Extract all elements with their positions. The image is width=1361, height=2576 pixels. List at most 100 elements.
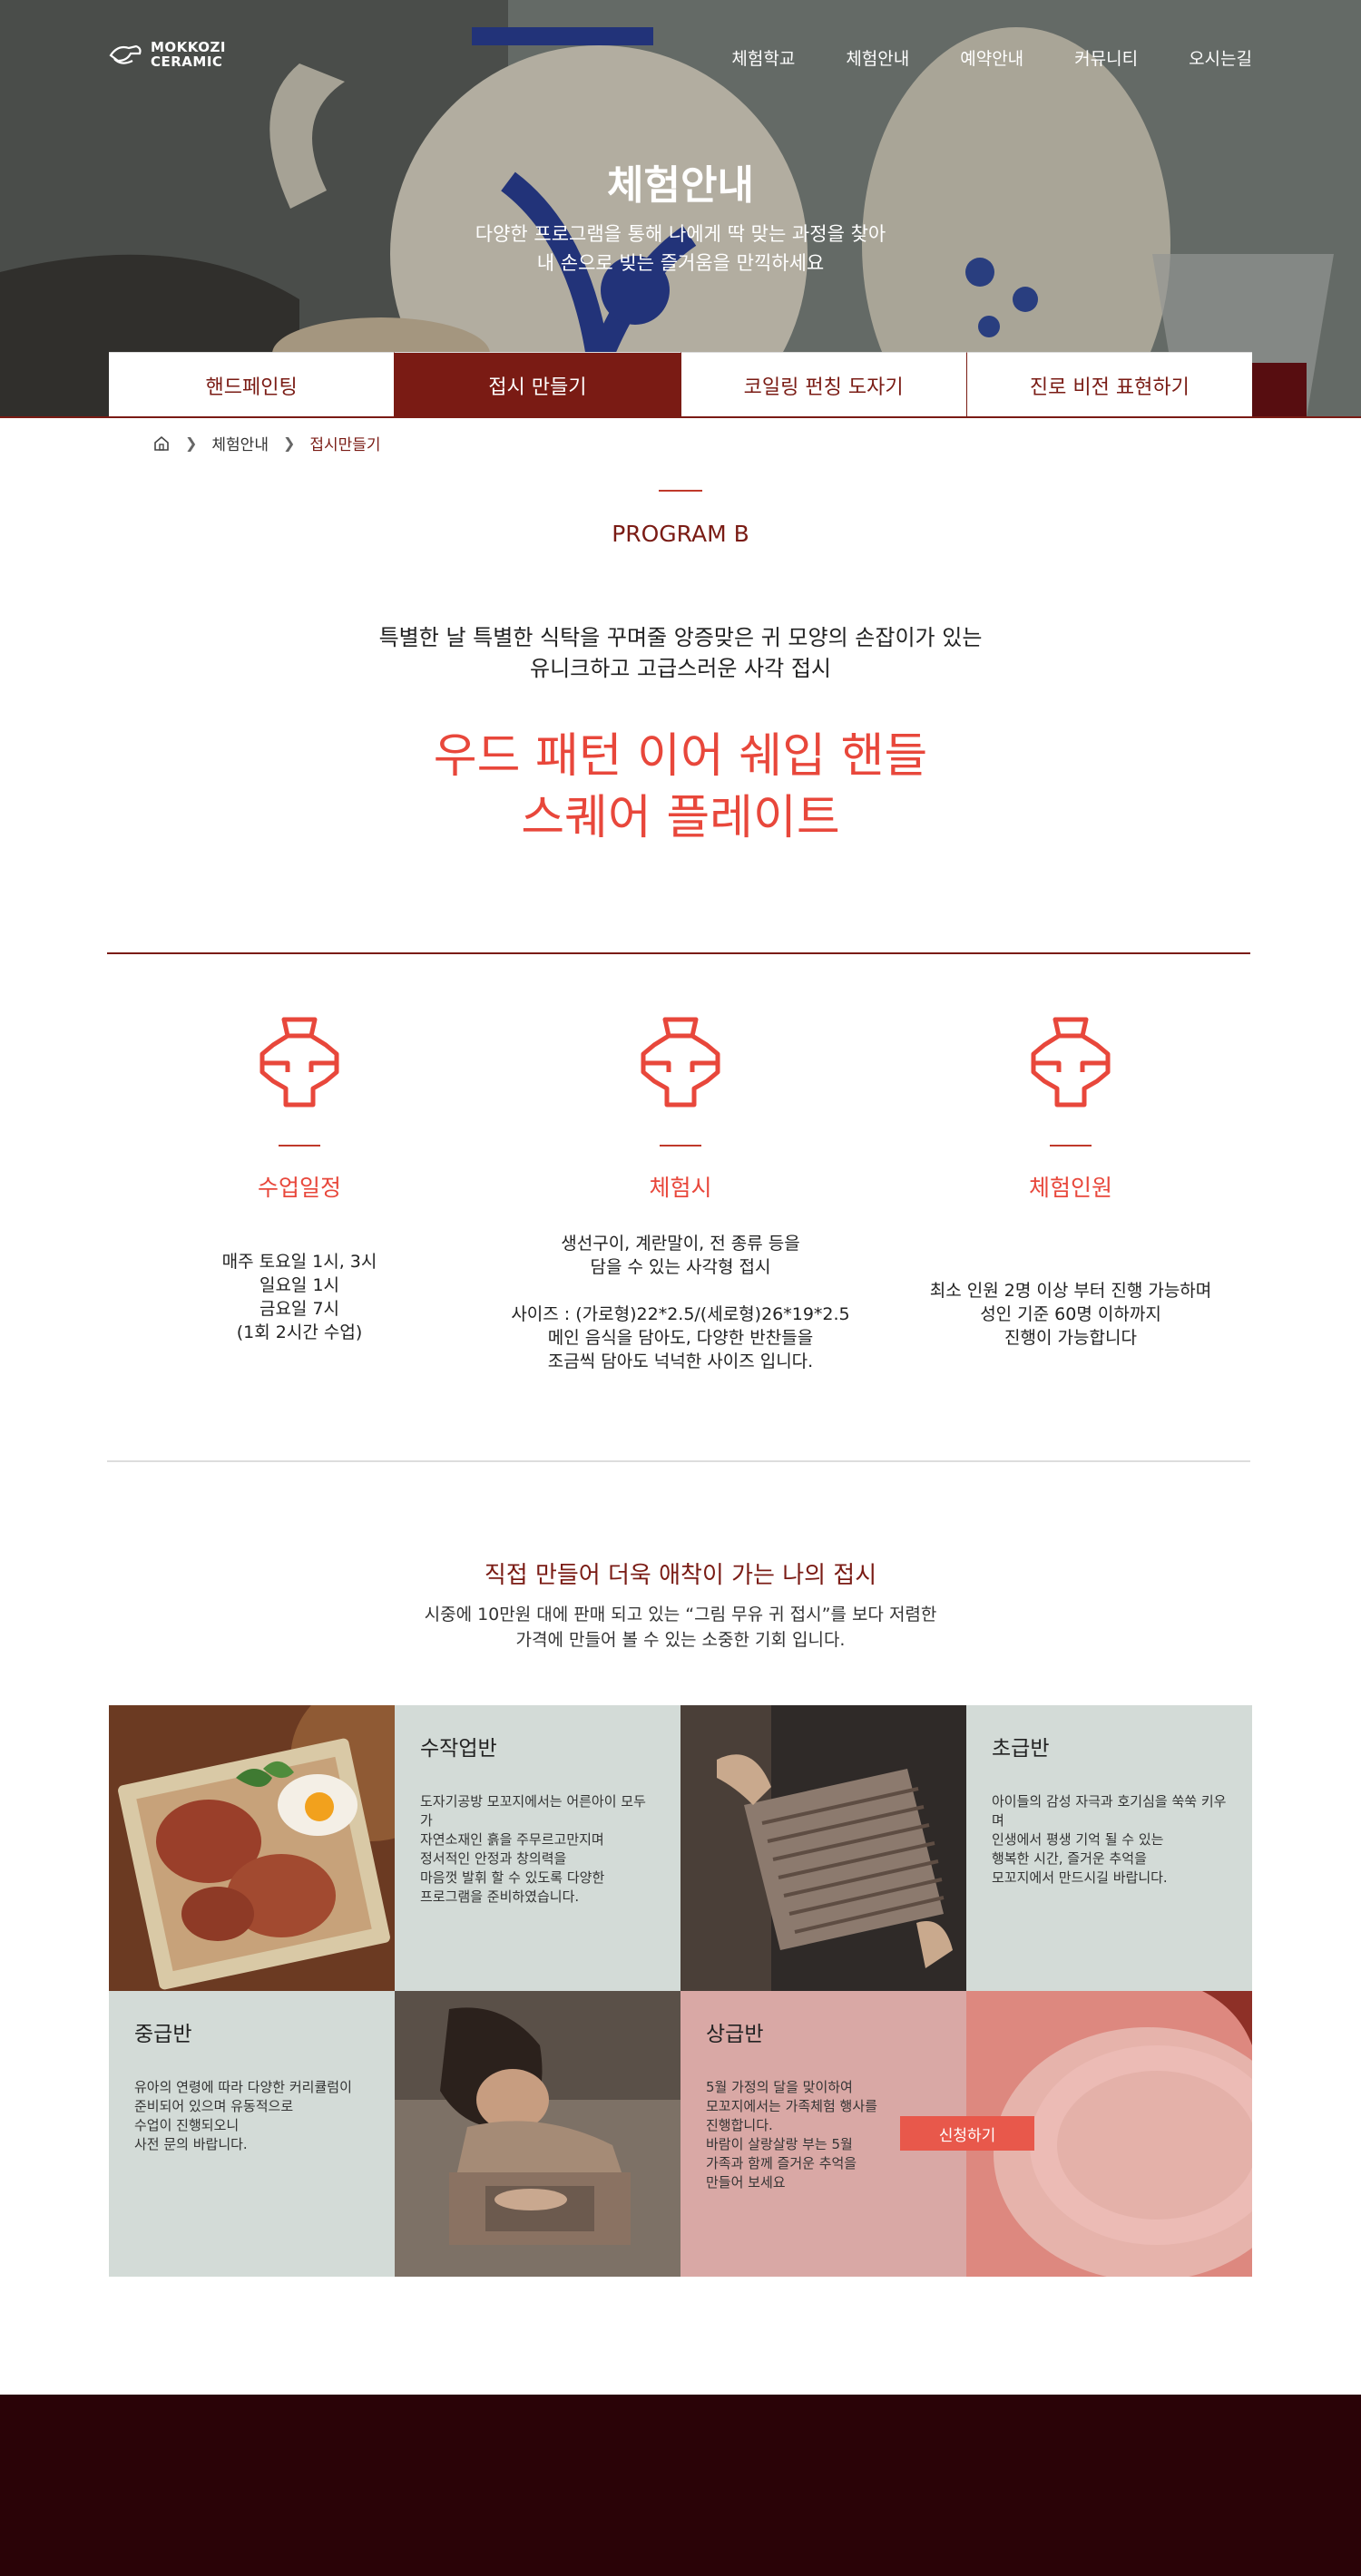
- brand-line1: MOKKOZI: [151, 39, 226, 55]
- class-title: 상급반: [706, 2023, 764, 2046]
- feature-description: 매주 토요일 1시, 3시 일요일 1시 금요일 7시 (1회 2시간 수업): [163, 1250, 436, 1344]
- photo-food-plate: [109, 1705, 395, 1991]
- class-line: 모꼬지에서는 가족체험 행사를: [706, 2098, 877, 2114]
- feature-description: 생선구이, 계란말이, 전 종류 등을 담을 수 있는 사각형 접시 사이즈 :…: [490, 1232, 871, 1373]
- class-line: 5월 가정의 달을 맞이하여: [706, 2079, 853, 2095]
- class-title: 초급반: [992, 1737, 1050, 1761]
- class-line: 가족과 함께 즐거운 추억을: [706, 2155, 857, 2171]
- program-tabs: 핸드페인팅 접시 만들기 코일링 펀칭 도자기 진로 비전 표현하기: [109, 352, 1252, 417]
- nav-item-reservation[interactable]: 예약안내: [960, 45, 1023, 70]
- feature-line: 담을 수 있는 사각형 접시: [590, 1257, 771, 1277]
- feature-schedule: 수업일정 매주 토요일 1시, 3시 일요일 1시 금요일 7시 (1회 2시간…: [163, 1014, 436, 1344]
- nav-item-school[interactable]: 체험학교: [731, 45, 795, 70]
- section-description: 시중에 10만원 대에 판매 되고 있는 “그림 무유 귀 접시”를 보다 저렴…: [0, 1602, 1361, 1653]
- vase-icon: [1031, 1017, 1111, 1107]
- class-line: 정서적인 안정과 창의력을: [420, 1850, 567, 1867]
- class-line: 도자기공방 모꼬지에서는 어른아이 모두가: [420, 1793, 646, 1829]
- photo-workshop: [395, 1991, 680, 2277]
- nav-item-community[interactable]: 커뮤니티: [1074, 45, 1138, 70]
- feature-line: 생선구이, 계란말이, 전 종류 등을: [561, 1234, 800, 1254]
- feature-line: 최소 인원 2명 이상 부터 진행 가능하며: [929, 1281, 1212, 1301]
- workshop-image: [395, 1991, 680, 2277]
- vase-icon: [259, 1017, 339, 1107]
- nav-item-guide[interactable]: 체험안내: [846, 45, 909, 70]
- page: MOKKOZI CERAMIC 체험학교 체험안내 예약안내 커뮤니티 오시는길…: [0, 0, 1361, 2576]
- class-line: 아이들의 감성 자극과 호기심을 쑥쑥 키우며: [992, 1793, 1227, 1829]
- breadcrumb-level1[interactable]: 체험안내: [211, 432, 269, 454]
- tab-plate-making[interactable]: 접시 만들기: [395, 352, 681, 417]
- brand-line2: CERAMIC: [151, 54, 223, 70]
- section-heading: 직접 만들어 더욱 애착이 가는 나의 접시: [484, 1562, 877, 1589]
- class-line: 사전 문의 바랍니다.: [134, 2136, 248, 2152]
- brand-logo[interactable]: MOKKOZI CERAMIC: [109, 40, 226, 69]
- class-line: 수업이 진행되오니: [134, 2117, 240, 2133]
- feature-title: 체험인원: [1028, 1175, 1112, 1201]
- program-intro: 특별한 날 특별한 식탁을 꾸며줄 앙증맞은 귀 모양의 손잡이가 있는 유니크…: [0, 622, 1361, 684]
- apply-button[interactable]: 신청하기: [900, 2116, 1034, 2151]
- class-line: 행복한 시간, 즐거운 추억을: [992, 1850, 1147, 1867]
- class-line: 자연소재인 흙을 주무르고만지며: [420, 1831, 604, 1848]
- program-intro-line1: 특별한 날 특별한 식탁을 꾸며줄 앙증맞은 귀 모양의 손잡이가 있는: [378, 625, 983, 650]
- class-card-intermediate: 중급반 유아의 연령에 따라 다양한 커리큘럼이 준비되어 있으며 유동적으로 …: [109, 1991, 395, 2277]
- feature-underline: [279, 1145, 320, 1147]
- program-title-line1: 우드 패턴 이어 쉐입 핸들: [433, 729, 928, 784]
- feature-line: 성인 기준 60명 이하까지: [980, 1304, 1161, 1324]
- class-grid: 수작업반 도자기공방 모꼬지에서는 어른아이 모두가 자연소재인 흙을 주무르고…: [109, 1705, 1252, 2277]
- vase-icon: [641, 1017, 720, 1107]
- class-description: 유아의 연령에 따라 다양한 커리큘럼이 준비되어 있으며 유동적으로 수업이 …: [134, 2078, 369, 2154]
- divider-line: [107, 1460, 1250, 1462]
- feature-underline: [1050, 1145, 1092, 1147]
- class-title: 중급반: [134, 2023, 192, 2046]
- hero-subtitle-line1: 다양한 프로그램을 통해 나에게 딱 맞는 과정을 찾아: [475, 223, 886, 245]
- feature-line: [490, 1279, 871, 1303]
- breadcrumb-current: 접시만들기: [309, 436, 381, 454]
- section-description-line1: 시중에 10만원 대에 판매 되고 있는 “그림 무유 귀 접시”를 보다 저렴…: [424, 1605, 937, 1625]
- page-title: 체험안내: [607, 162, 754, 209]
- feature-line: 금요일 7시: [259, 1299, 340, 1319]
- hero-subtitle-line2: 내 손으로 빚는 즐거움을 만끽하세요: [536, 252, 825, 274]
- breadcrumb: ❯ 체험안내 ❯ 접시만들기: [152, 432, 381, 454]
- program-title-line2: 스퀘어 플레이트: [521, 791, 840, 845]
- tabs-underline: [0, 416, 1361, 418]
- class-line: 프로그램을 준비하였습니다.: [420, 1888, 580, 1905]
- feature-capacity: 체험인원 최소 인원 2명 이상 부터 진행 가능하며 성인 기준 60명 이하…: [930, 1014, 1211, 1350]
- divider-line: [107, 952, 1250, 954]
- nav-item-directions[interactable]: 오시는길: [1189, 45, 1252, 70]
- class-line: 마음껏 발휘 할 수 있도록 다양한: [420, 1869, 605, 1886]
- feature-line: 일요일 1시: [259, 1275, 340, 1295]
- feature-title: 체험시: [649, 1175, 712, 1201]
- class-title: 수작업반: [420, 1737, 497, 1761]
- program-intro-line2: 유니크하고 고급스러운 사각 접시: [529, 656, 831, 681]
- hero-subtitle: 다양한 프로그램을 통해 나에게 딱 맞는 과정을 찾아 내 손으로 빚는 즐거…: [0, 220, 1361, 278]
- program-label: PROGRAM B: [612, 521, 749, 547]
- class-line: 인생에서 평생 기억 될 수 있는: [992, 1831, 1164, 1848]
- feature-description: 최소 인원 2명 이상 부터 진행 가능하며 성인 기준 60명 이하까지 진행…: [880, 1279, 1261, 1350]
- hands-logo-icon: [109, 44, 142, 64]
- class-line: 모꼬지에서 만드시길 바랍니다.: [992, 1869, 1168, 1886]
- food-plate-image: [109, 1705, 395, 1991]
- site-footer: [0, 2395, 1361, 2576]
- feature-line: 조금씩 담아도 넉넉한 사이즈 입니다.: [547, 1351, 814, 1371]
- main-nav: 체험학교 체험안내 예약안내 커뮤니티 오시는길: [731, 45, 1252, 70]
- class-description: 아이들의 감성 자극과 호기심을 쑥쑥 키우며 인생에서 평생 기억 될 수 있…: [992, 1792, 1227, 1888]
- program-title: 우드 패턴 이어 쉐입 핸들 스퀘어 플레이트: [0, 726, 1361, 849]
- class-line: 만들어 보세요: [706, 2174, 786, 2191]
- tab-career-vision[interactable]: 진로 비전 표현하기: [966, 352, 1252, 417]
- section-divider: [659, 490, 702, 492]
- feature-line: 매주 토요일 1시, 3시: [221, 1252, 377, 1272]
- feature-underline: [660, 1145, 701, 1147]
- photo-grid-plate: [680, 1705, 966, 1991]
- tab-hand-painting[interactable]: 핸드페인팅: [109, 352, 396, 417]
- wood-pattern-plate-image: [680, 1705, 966, 1991]
- feature-line: 사이즈 : (가로형)22*2.5/(세로형)26*19*2.5: [511, 1304, 850, 1324]
- chevron-right-icon: ❯: [185, 434, 198, 452]
- feature-experience: 체험시 생선구이, 계란말이, 전 종류 등을 담을 수 있는 사각형 접시 사…: [511, 1014, 850, 1373]
- feature-line: 메인 음식을 담아도, 다양한 반찬들을: [547, 1328, 814, 1348]
- home-icon[interactable]: [152, 434, 171, 453]
- feature-line: (1회 2시간 수업): [236, 1322, 363, 1342]
- class-card-beginner: 초급반 아이들의 감성 자극과 호기심을 쑥쑥 키우며 인생에서 평생 기억 될…: [966, 1705, 1252, 1991]
- chevron-right-icon: ❯: [282, 434, 296, 452]
- feature-line: 진행이 가능합니다: [1004, 1328, 1137, 1348]
- tab-coiling-punching[interactable]: 코일링 펀칭 도자기: [680, 352, 967, 417]
- class-line: 준비되어 있으며 유동적으로: [134, 2098, 294, 2114]
